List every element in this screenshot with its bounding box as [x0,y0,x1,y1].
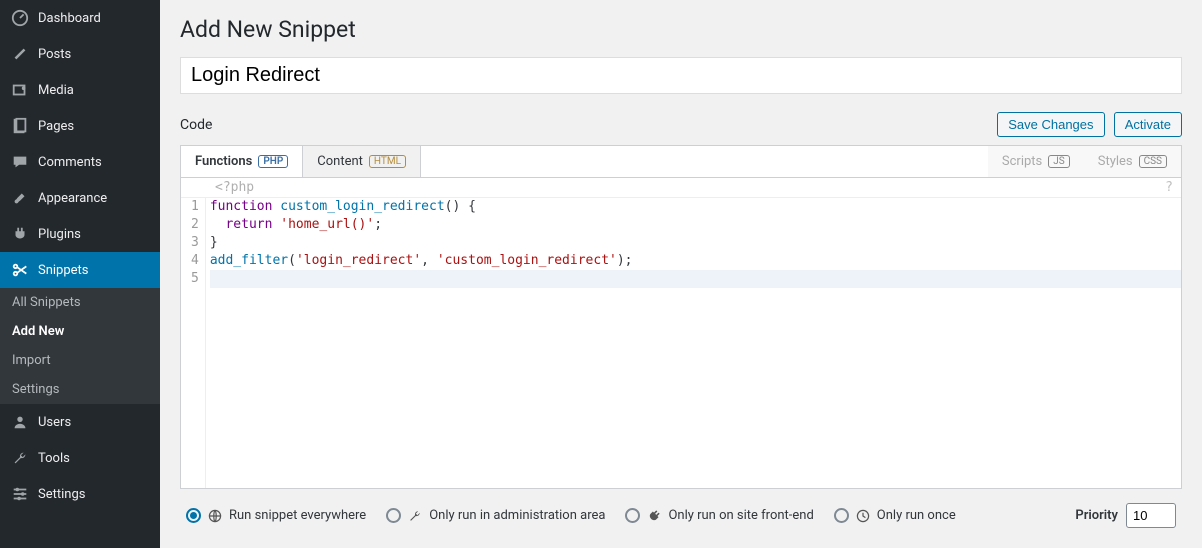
sidebar-item-settings[interactable]: Settings [0,476,160,512]
sidebar-item-label: Users [38,415,71,430]
sidebar-item-snippets[interactable]: Snippets [0,252,160,288]
admin-sidebar: Dashboard Posts Media Pages Comments App… [0,0,160,548]
run-option-label: Run snippet everywhere [229,508,366,523]
sidebar-item-label: Plugins [38,227,81,242]
sidebar-item-comments[interactable]: Comments [0,144,160,180]
sliders-icon [10,484,30,504]
run-option-globe[interactable]: Run snippet everywhere [186,508,366,524]
radio-icon [625,508,640,523]
sidebar-item-label: Pages [38,119,74,134]
code-tabs: Functions PHP Content HTML Scripts JS St… [180,145,1182,177]
sidebar-item-label: Posts [38,47,71,62]
sidebar-item-pages[interactable]: Pages [0,108,160,144]
tab-label: Scripts [1002,154,1042,169]
line-number-gutter: 12345 [181,198,206,488]
php-badge: PHP [258,155,288,168]
radio-icon [186,508,201,523]
sidebar-item-label: Settings [38,487,85,502]
sidebar-item-label: Appearance [38,191,107,206]
priority-field: Priority [1075,503,1176,528]
sidebar-item-users[interactable]: Users [0,404,160,440]
sidebar-item-label: Comments [38,155,102,170]
main-content: Add New Snippet Code Save Changes Activa… [160,0,1202,548]
code-section-label: Code [180,117,212,133]
page-icon [10,116,30,136]
run-option-label: Only run on site front-end [668,508,813,523]
css-badge: CSS [1139,155,1167,168]
comment-icon [10,152,30,172]
sidebar-item-posts[interactable]: Posts [0,36,160,72]
run-option-label: Only run in administration area [429,508,605,523]
run-scope-row: Run snippet everywhere Only run in admini… [180,489,1182,538]
run-option-label: Only run once [877,508,956,523]
sidebar-item-plugins[interactable]: Plugins [0,216,160,252]
priority-input[interactable] [1126,503,1176,528]
globe-icon [207,508,223,524]
run-option-pin[interactable]: Only run on site front-end [625,508,813,524]
sidebar-item-media[interactable]: Media [0,72,160,108]
sidebar-item-label: Tools [38,451,70,466]
pin-icon [646,508,662,524]
radio-icon [386,508,401,523]
code-editor[interactable]: <?php ? 12345 function custom_login_redi… [180,177,1182,489]
tab-scripts[interactable]: Scripts JS [988,146,1084,177]
tab-label: Functions [195,154,252,169]
radio-icon [834,508,849,523]
tab-label: Styles [1098,154,1133,169]
tab-functions[interactable]: Functions PHP [181,146,303,177]
save-changes-button[interactable]: Save Changes [997,112,1104,137]
activate-button[interactable]: Activate [1114,112,1182,137]
tab-styles[interactable]: Styles CSS [1084,146,1181,177]
submenu-all-snippets[interactable]: All Snippets [0,288,160,317]
run-option-clock[interactable]: Only run once [834,508,956,524]
sidebar-item-label: Snippets [38,263,89,278]
submenu-settings[interactable]: Settings [0,375,160,404]
tab-label: Content [317,154,363,169]
sidebar-item-appearance[interactable]: Appearance [0,180,160,216]
run-option-wrench[interactable]: Only run in administration area [386,508,605,524]
dashboard-icon [10,8,30,28]
code-lines[interactable]: function custom_login_redirect() { retur… [206,198,1181,488]
sidebar-item-label: Media [38,83,74,98]
media-icon [10,80,30,100]
pin-icon [10,44,30,64]
help-icon[interactable]: ? [1165,180,1173,195]
submenu-add-new[interactable]: Add New [0,317,160,346]
tab-content[interactable]: Content HTML [303,146,421,177]
submenu-import[interactable]: Import [0,346,160,375]
wrench-icon [407,508,423,524]
sidebar-item-label: Dashboard [38,11,101,26]
scissors-icon [10,260,30,280]
page-title: Add New Snippet [180,16,1182,43]
plug-icon [10,224,30,244]
html-badge: HTML [369,155,406,168]
sidebar-item-dashboard[interactable]: Dashboard [0,0,160,36]
user-icon [10,412,30,432]
brush-icon [10,188,30,208]
js-badge: JS [1048,155,1069,168]
clock-icon [855,508,871,524]
priority-label: Priority [1075,508,1118,523]
snippet-title-input[interactable] [180,57,1182,94]
sidebar-item-tools[interactable]: Tools [0,440,160,476]
wrench-icon [10,448,30,468]
sidebar-submenu: All Snippets Add New Import Settings [0,288,160,404]
php-open-tag-hint: <?php ? [181,178,1181,198]
